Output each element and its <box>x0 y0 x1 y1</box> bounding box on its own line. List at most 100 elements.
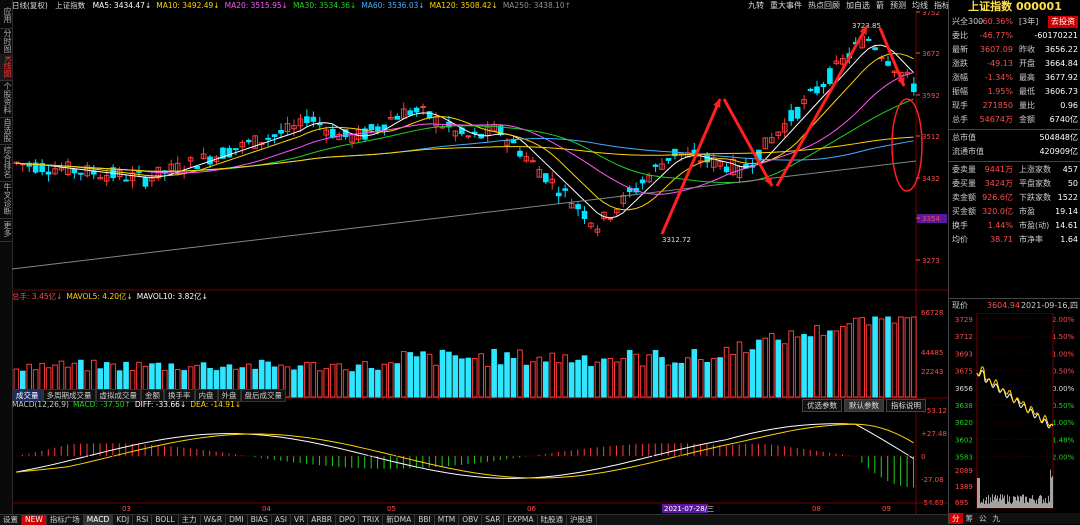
mini-left-axis: 3602 <box>955 436 973 444</box>
mini-vol-axis: 2089 <box>955 467 973 475</box>
left-tab-6[interactable]: 牛叉诊断 <box>0 180 12 219</box>
volume-bar <box>652 350 659 398</box>
quote-value: 320.0亿 <box>982 207 1013 216</box>
quote-label: 委比 <box>952 31 968 40</box>
candle <box>652 164 659 167</box>
top-menu-item[interactable]: 重大事件 <box>770 1 802 10</box>
candle <box>271 134 278 137</box>
top-menu-item[interactable]: 加自选 <box>846 1 870 10</box>
volume-bar <box>781 343 788 398</box>
volume-bar <box>562 354 568 398</box>
volume-bar <box>911 316 917 398</box>
volume-tab[interactable]: 盘后成交量 <box>240 389 286 402</box>
volume-bar <box>523 364 530 398</box>
top-menu-item[interactable]: 九转 <box>748 1 764 10</box>
candle <box>542 173 549 183</box>
trend-arrow <box>878 27 906 87</box>
quote-value: -46.77% <box>979 31 1013 40</box>
top-menu-item[interactable]: 预测 <box>890 1 906 10</box>
volume-bar <box>452 355 459 398</box>
mini-avg-line <box>976 366 1054 427</box>
volume-bar <box>394 363 401 398</box>
volume-bar <box>607 357 614 398</box>
quote-label2: 市盈 <box>1019 207 1035 216</box>
top-menu-item[interactable]: 均线 <box>912 1 928 10</box>
mini-right-axis: 2.00% <box>1052 316 1075 324</box>
ma-line <box>15 136 914 172</box>
volume-bar <box>362 361 368 398</box>
quote-value2: 19.14 <box>1055 207 1078 216</box>
mini-date: 2021-09-16,四 <box>1020 301 1078 310</box>
candle <box>820 83 827 88</box>
volume-bar <box>478 353 485 398</box>
candle <box>413 107 420 113</box>
macd-param-button[interactable]: 优选参数 <box>802 399 842 412</box>
volume-bar <box>626 350 633 398</box>
quote-row: 兴全300 +60.36% [3年] 去投资 <box>949 16 1080 28</box>
separator <box>949 298 1080 299</box>
quote-value: -49.13 <box>987 59 1013 68</box>
top-menu-item[interactable]: 箭 <box>876 1 884 10</box>
quote-value2[interactable]: 去投资 <box>1048 16 1078 28</box>
candle <box>607 217 614 220</box>
ma-line <box>15 98 914 183</box>
date-axis-label: 08 <box>812 505 821 513</box>
left-tab-1[interactable]: 分时图 <box>0 27 12 56</box>
left-tab-0[interactable]: 应用 <box>0 2 12 29</box>
volume-bar <box>691 349 698 398</box>
left-tab-7[interactable]: 更多 <box>0 217 12 242</box>
price-axis-label: 3273 <box>922 257 940 265</box>
price-axis-label: 3752 <box>922 11 940 17</box>
volume-axis-label: 22243 <box>921 368 943 376</box>
quote-label2: 最低 <box>1019 87 1035 96</box>
quote-tab[interactable]: 分 <box>949 513 963 524</box>
volume-bar <box>491 348 497 398</box>
quote-value: 54674万 <box>979 115 1013 124</box>
volume-bar <box>678 362 685 398</box>
candle <box>194 165 200 170</box>
volume-bar <box>775 339 782 398</box>
price-axis-label: 3512 <box>922 133 940 141</box>
candle <box>788 110 794 122</box>
quote-panel: 上证指数 000001 兴全300 +60.36% [3年] 去投资 委比 -46.77%… <box>948 0 1080 524</box>
top-menu-item[interactable]: 热点回顾 <box>808 1 840 10</box>
kline-chart[interactable]: 37523672359235123432335432733723.853312.… <box>12 11 948 514</box>
volume-bar <box>768 333 775 398</box>
quote-value2: 1.64 <box>1060 235 1078 244</box>
candle <box>265 137 271 140</box>
quote-row: 流通市值 420909亿 <box>949 146 1080 158</box>
volume-bar <box>717 357 723 398</box>
ma-line <box>15 44 914 219</box>
macd-param-button[interactable]: 指标说明 <box>886 399 926 412</box>
candle <box>304 116 310 124</box>
period-label[interactable]: 日线(复权) <box>12 1 48 10</box>
left-tab-5[interactable]: 综合排名 <box>0 143 12 182</box>
quote-panel-tabs: 分筹公九 <box>949 513 1080 524</box>
volume-bar <box>814 325 820 398</box>
volume-bar <box>846 323 853 398</box>
left-tab-3[interactable]: 个股资料 <box>0 79 12 118</box>
volume-axis-label: 66728 <box>921 309 943 317</box>
quote-tab[interactable]: 九 <box>990 513 1004 524</box>
candle <box>407 110 413 116</box>
volume-bar <box>355 364 362 398</box>
volume-bar <box>375 369 381 398</box>
quote-label: 振幅 <box>952 87 968 96</box>
volume-bar <box>310 361 317 398</box>
macd-param-button[interactable]: 默认参数 <box>844 399 884 412</box>
volume-bar <box>465 357 472 398</box>
quote-tab[interactable]: 筹 <box>963 513 977 524</box>
quote-row: 涨幅 -1.34% 最高 3677.92 <box>949 72 1080 84</box>
date-highlight: 2021-07-28/三 <box>664 505 714 513</box>
left-tab-2[interactable]: K线图 <box>0 54 12 81</box>
mini-left-axis: 3656 <box>955 385 973 393</box>
volume-header: 总手: 3.45亿↓ MAVOL5: 4.20亿↓ MAVOL10: 3.82亿↓ <box>12 291 208 301</box>
quote-value: 926.6亿 <box>982 193 1013 202</box>
quote-value2: 0.96 <box>1060 101 1078 110</box>
volume-bar <box>614 361 620 398</box>
left-tab-4[interactable]: 自选股 <box>0 116 12 145</box>
quote-tab[interactable]: 公 <box>976 513 990 524</box>
volume-bar <box>291 369 297 398</box>
volume-bar <box>601 358 607 398</box>
intraday-mini-chart[interactable]: 3729 2.00% 3712 1.50% 3693 1.00% 3675 0.50% 3656… <box>949 313 1080 512</box>
